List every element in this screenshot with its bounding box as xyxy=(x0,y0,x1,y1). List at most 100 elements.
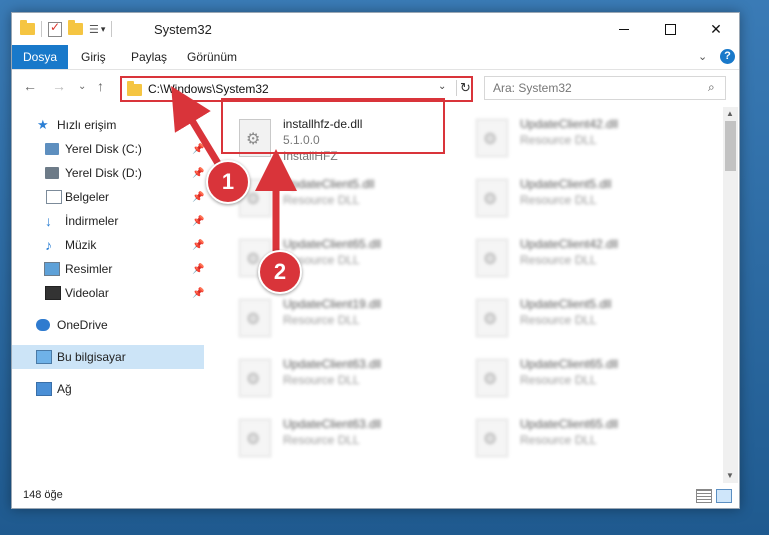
file-item[interactable]: UpdateClient19.dll Resource DLL xyxy=(235,291,465,345)
file-item[interactable]: UpdateClient5.dll Resource DLL xyxy=(472,171,702,225)
dll-file-icon xyxy=(239,359,271,397)
tab-share[interactable]: Paylaş xyxy=(131,45,167,69)
file-item[interactable]: UpdateClient42.dll Resource DLL xyxy=(472,231,702,285)
scrollbar-thumb[interactable] xyxy=(725,121,736,171)
scroll-down-icon[interactable]: ▼ xyxy=(726,471,734,480)
pin-icon[interactable]: 📌 xyxy=(192,288,204,299)
pin-icon[interactable]: 📌 xyxy=(192,144,204,155)
sidebar-item-local-disk-d[interactable]: Yerel Disk (D:) 📌 xyxy=(12,161,204,185)
title-bar: ☰ ▾ System32 ✕ xyxy=(12,13,739,45)
file-item[interactable]: UpdateClient63.dll Resource DLL xyxy=(235,351,465,405)
recent-locations-button[interactable]: ⌄ xyxy=(78,81,86,92)
file-highlight-box xyxy=(221,98,445,154)
dll-file-icon xyxy=(239,419,271,457)
list-icon: ☰ xyxy=(89,23,99,36)
sidebar-item-videos[interactable]: Videolar 📌 xyxy=(12,281,204,305)
sidebar-item-quick-access[interactable]: ★ Hızlı erişim xyxy=(12,113,204,137)
file-item[interactable]: UpdateClient65.dll Resource DLL xyxy=(472,351,702,405)
file-item[interactable]: UpdateClient5.dll Resource DLL xyxy=(235,171,465,225)
tab-view[interactable]: Görünüm xyxy=(187,45,237,69)
new-folder-icon[interactable] xyxy=(68,20,83,35)
pin-icon[interactable]: 📌 xyxy=(192,240,204,251)
address-dropdown-icon[interactable]: ⌄ xyxy=(438,81,446,92)
expand-ribbon-icon[interactable]: ⌄ xyxy=(698,50,707,63)
customize-toolbar-button[interactable]: ☰ ▾ xyxy=(89,23,105,36)
search-icon[interactable]: ⌕ xyxy=(708,80,715,95)
file-item[interactable]: UpdateClient65.dll Resource DLL xyxy=(472,411,702,465)
item-count: 148 öğe xyxy=(23,489,63,501)
sidebar-item-label: Ağ xyxy=(57,382,72,396)
close-button[interactable]: ✕ xyxy=(693,13,739,45)
sidebar-item-pictures[interactable]: Resimler 📌 xyxy=(12,257,204,281)
ribbon-tabs: Dosya Giriş Paylaş Görünüm ⌄ ? xyxy=(12,45,739,70)
help-icon[interactable]: ? xyxy=(720,49,735,64)
file-description: Resource DLL xyxy=(520,133,597,147)
refresh-icon[interactable]: ↻ xyxy=(456,80,474,96)
sidebar-item-label: Resimler xyxy=(65,262,113,276)
minimize-icon xyxy=(619,28,629,30)
sidebar-item-documents[interactable]: Belgeler 📌 xyxy=(12,185,204,209)
dll-file-icon xyxy=(476,239,508,277)
pin-icon[interactable]: 📌 xyxy=(192,264,204,275)
file-name: UpdateClient63.dll xyxy=(283,417,382,431)
details-view-icon[interactable] xyxy=(696,489,712,503)
up-button[interactable]: ↑ xyxy=(97,78,104,94)
file-description: Resource DLL xyxy=(520,373,597,387)
pin-icon[interactable]: 📌 xyxy=(192,216,204,227)
star-icon: ★ xyxy=(37,117,49,132)
pin-icon[interactable]: 📌 xyxy=(192,192,204,203)
navigation-pane: ★ Hızlı erişim Yerel Disk (C:) 📌 Yerel D… xyxy=(12,107,206,477)
address-path[interactable]: C:\Windows\System32 xyxy=(148,82,269,96)
quick-access-toolbar: ☰ ▾ xyxy=(20,20,113,37)
file-name: UpdateClient5.dll xyxy=(283,177,375,191)
sidebar-item-label: İndirmeler xyxy=(65,214,119,228)
dll-file-icon xyxy=(476,299,508,337)
window-title: System32 xyxy=(154,22,212,37)
step-badge-1: 1 xyxy=(206,160,250,204)
file-description: Resource DLL xyxy=(283,313,360,327)
folder-icon xyxy=(127,81,142,96)
file-explorer-window: ☰ ▾ System32 ✕ Dosya Giriş Paylaş Görünü… xyxy=(11,12,740,509)
sidebar-item-downloads[interactable]: ↓ İndirmeler 📌 xyxy=(12,209,204,233)
file-name: UpdateClient5.dll xyxy=(520,177,612,191)
sidebar-item-onedrive[interactable]: OneDrive xyxy=(12,313,204,337)
file-name: UpdateClient42.dll xyxy=(520,117,619,131)
status-bar: 148 öğe xyxy=(12,485,739,507)
toolbar-divider xyxy=(41,21,42,37)
close-icon: ✕ xyxy=(710,20,722,37)
sidebar-item-local-disk-c[interactable]: Yerel Disk (C:) 📌 xyxy=(12,137,204,161)
file-description: Resource DLL xyxy=(283,193,360,207)
minimize-button[interactable] xyxy=(601,13,647,45)
large-icons-view-icon[interactable] xyxy=(716,489,732,503)
dll-file-icon xyxy=(476,419,508,457)
dll-file-icon xyxy=(476,179,508,217)
folder-icon xyxy=(20,20,35,35)
pin-icon[interactable]: 📌 xyxy=(192,168,204,179)
forward-button[interactable]: → xyxy=(52,78,66,94)
sidebar-item-this-pc[interactable]: Bu bilgisayar xyxy=(12,345,204,369)
tab-file[interactable]: Dosya xyxy=(12,45,68,69)
file-item[interactable]: UpdateClient63.dll Resource DLL xyxy=(235,411,465,465)
computer-icon xyxy=(36,350,52,364)
videos-icon xyxy=(45,286,61,300)
file-item[interactable]: UpdateClient42.dll Resource DLL xyxy=(472,111,702,165)
dll-file-icon xyxy=(239,299,271,337)
sidebar-item-label: Videolar xyxy=(65,286,109,300)
scroll-up-icon[interactable]: ▲ xyxy=(726,109,734,118)
step-badge-2: 2 xyxy=(258,250,302,294)
file-item[interactable]: UpdateClient5.dll Resource DLL xyxy=(472,291,702,345)
maximize-button[interactable] xyxy=(647,13,693,45)
back-button[interactable]: ← xyxy=(23,78,37,94)
sidebar-item-label: OneDrive xyxy=(57,318,108,332)
chevron-down-icon: ▾ xyxy=(100,23,106,34)
file-name: UpdateClient65.dll xyxy=(520,357,619,371)
file-name: UpdateClient42.dll xyxy=(520,237,619,251)
tab-home[interactable]: Giriş xyxy=(81,45,106,69)
vertical-scrollbar[interactable]: ▲ ▼ xyxy=(723,107,738,483)
music-icon: ♪ xyxy=(45,237,52,253)
file-description: Resource DLL xyxy=(520,433,597,447)
properties-icon[interactable] xyxy=(48,20,62,37)
search-input[interactable]: Ara: System32 ⌕ xyxy=(484,76,726,100)
sidebar-item-music[interactable]: ♪ Müzik 📌 xyxy=(12,233,204,257)
sidebar-item-network[interactable]: Ağ xyxy=(12,377,204,401)
